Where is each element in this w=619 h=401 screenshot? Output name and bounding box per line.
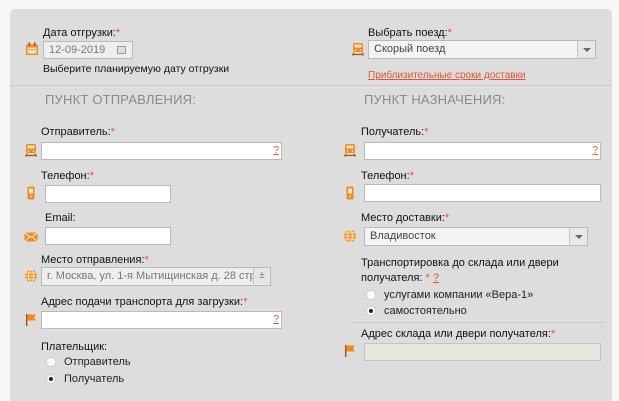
flag-icon — [26, 314, 36, 326]
train-icon — [351, 43, 365, 56]
delivery-terms-link[interactable]: Приблизительные сроки доставки — [368, 70, 526, 81]
shipment-date-input[interactable]: 12-09-2019 — [43, 41, 133, 59]
train-select[interactable]: Скорый поезд — [368, 40, 596, 59]
warehouse-address-input[interactable] — [364, 343, 601, 361]
radio-button-selected[interactable] — [366, 306, 376, 316]
train-label: Выбрать поезд:* — [368, 27, 452, 39]
shipment-date-hint: Выберите планируемую дату отгрузки — [43, 63, 230, 75]
sender-help-link[interactable]: ? — [273, 144, 279, 158]
delivery-place-select[interactable]: Владивосток — [364, 227, 588, 246]
mail-icon — [24, 232, 38, 242]
recipient-phone-label: Телефон:* — [361, 170, 414, 182]
order-form-panel: Дата отгрузки:* 12-09-2019 Выберите план… — [10, 9, 612, 401]
chevron-down-icon[interactable] — [577, 41, 595, 58]
recipient-phone-input[interactable] — [364, 184, 601, 202]
stepper-icon[interactable]: ± — [253, 268, 270, 284]
flag-icon — [345, 345, 355, 357]
chevron-down-icon[interactable] — [569, 228, 587, 245]
transport-label-line1: Транспортировка до склада или двери — [361, 257, 559, 269]
email-input[interactable] — [45, 227, 171, 245]
sender-phone-input[interactable] — [45, 185, 171, 203]
train-icon — [343, 144, 357, 157]
mobile-phone-icon — [27, 186, 35, 200]
email-label: Email: — [45, 212, 76, 224]
transport-option-self[interactable]: самостоятельно — [366, 305, 467, 317]
calendar-icon — [26, 42, 38, 55]
shipment-date-label: Дата отгрузки:* — [43, 27, 121, 39]
payer-option-sender[interactable]: Отправитель — [46, 356, 131, 368]
radio-button-selected[interactable] — [46, 374, 56, 384]
transport-label-line2: получателя: * ? — [361, 272, 439, 284]
date-picker-icon[interactable] — [117, 46, 126, 54]
payer-label: Плательщик: — [41, 341, 108, 353]
departure-place-input[interactable]: г. Москва, ул. 1-я Мытищинская д. 28 стр… — [41, 267, 271, 286]
sender-phone-label: Телефон:* — [41, 170, 94, 182]
globe-icon — [344, 229, 356, 243]
train-icon — [24, 144, 38, 157]
sender-input[interactable]: ? — [41, 142, 282, 160]
right-divider — [351, 322, 605, 323]
pickup-help-link[interactable]: ? — [273, 313, 279, 327]
pickup-address-input[interactable]: ? — [41, 311, 282, 329]
destination-section-title: ПУНКТ НАЗНАЧЕНИЯ: — [364, 92, 506, 107]
warehouse-address-label: Адрес склада или двери получателя:* — [361, 328, 556, 340]
pickup-address-label: Адрес подачи транспорта для загрузки:* — [41, 296, 248, 308]
sender-label: Отправитель:* — [41, 126, 115, 138]
radio-button[interactable] — [46, 357, 56, 367]
transport-help-link[interactable]: ? — [433, 272, 439, 284]
top-divider — [10, 85, 612, 86]
radio-button[interactable] — [366, 290, 376, 300]
globe-icon — [25, 269, 37, 283]
transport-option-company[interactable]: услугами компании «Вера-1» — [366, 289, 533, 301]
recipient-label: Получатель:* — [361, 126, 429, 138]
payer-option-recipient[interactable]: Получатель — [46, 373, 124, 385]
recipient-input[interactable]: ? — [364, 142, 601, 160]
recipient-help-link[interactable]: ? — [592, 144, 598, 158]
departure-place-label: Место отправления:* — [41, 254, 149, 266]
delivery-place-label: Место доставки:* — [361, 212, 450, 224]
mobile-phone-icon — [346, 186, 354, 200]
departure-section-title: ПУНКТ ОТПРАВЛЕНИЯ: — [45, 92, 197, 107]
